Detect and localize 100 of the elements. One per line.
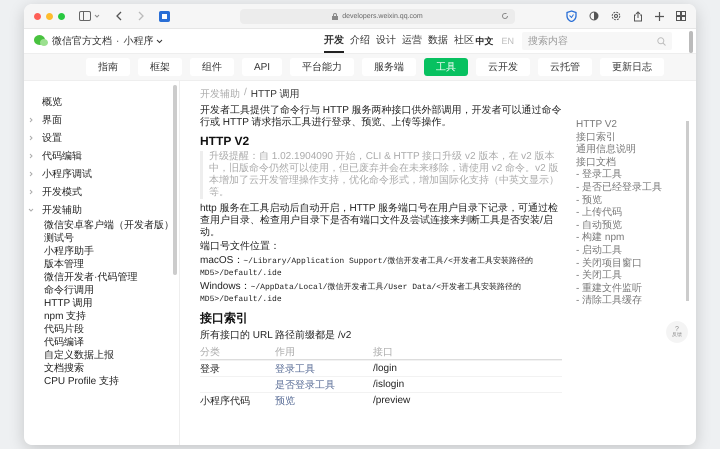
sidebar-subitem[interactable]: npm 支持 bbox=[28, 310, 86, 323]
sidebar-subitem[interactable]: CPU Profile 支持 bbox=[28, 375, 120, 388]
action-link[interactable]: 预览 bbox=[275, 396, 295, 406]
sidebar-subitem[interactable]: 自定义数据上报 bbox=[28, 349, 114, 362]
category-button[interactable]: 服务端 bbox=[362, 58, 416, 76]
close-window-icon[interactable] bbox=[34, 12, 41, 20]
section-heading: HTTP V2 bbox=[200, 134, 250, 148]
search-field[interactable]: 搜索内容 bbox=[522, 32, 672, 50]
sidebar-item[interactable]: 概览 bbox=[28, 93, 179, 111]
separator-dot: · bbox=[116, 36, 120, 46]
contrast-icon[interactable] bbox=[589, 11, 599, 21]
sidebar-item[interactable]: 界面 bbox=[28, 111, 179, 129]
sidebar-subitem[interactable]: 代码片段 bbox=[28, 323, 84, 336]
sidebar-subitem[interactable]: 微信开发者·代码管理 bbox=[28, 271, 138, 284]
search-icon[interactable] bbox=[657, 36, 666, 46]
toc-link[interactable]: - 是否已经登录工具 bbox=[576, 182, 662, 195]
action-link[interactable]: 是否登录工具 bbox=[275, 380, 335, 390]
category-button[interactable]: 组件 bbox=[190, 58, 234, 76]
sidebar-toggle-icon[interactable] bbox=[79, 11, 101, 21]
category-button[interactable]: API bbox=[242, 58, 282, 76]
sidebar-item[interactable]: 开发辅助 bbox=[28, 201, 179, 219]
caret-icon bbox=[156, 38, 164, 44]
language-option[interactable]: 中文 bbox=[475, 34, 494, 48]
chevron-right-icon bbox=[28, 189, 34, 195]
extension-icon[interactable] bbox=[159, 10, 170, 22]
shield-icon[interactable] bbox=[566, 10, 577, 22]
scrollbar-thumb[interactable] bbox=[689, 31, 693, 53]
zoom-window-icon[interactable] bbox=[58, 12, 65, 20]
toc-link[interactable]: - 清除工具缓存 bbox=[576, 295, 642, 308]
chevron-right-icon bbox=[28, 117, 34, 123]
category-button[interactable]: 云托管 bbox=[538, 58, 592, 76]
back-icon[interactable] bbox=[115, 11, 123, 21]
table-cell: /islogin bbox=[373, 379, 404, 390]
notice-quote: 升级提醒：自 1.02.1904090 开始，CLI & HTTP 接口升级 v2 版本，在 v2 版本中，旧版命令仍然可以使用，但已废弃并会在未来移除，请使用 v2 命令。v2 版本增加了云开发管理操作支持，优化命令形式，增加国际化支持（中英文显示）等。 bbox=[200, 151, 562, 199]
toc-link[interactable]: 通用信息说明 bbox=[576, 144, 636, 157]
category-button[interactable]: 平台能力 bbox=[290, 58, 354, 76]
forward-icon[interactable] bbox=[137, 11, 145, 21]
sidebar-item[interactable]: 代码编辑 bbox=[28, 147, 179, 165]
sidebar-subitem[interactable]: 版本管理 bbox=[28, 258, 84, 271]
column-header: 作用 bbox=[275, 346, 296, 358]
toc-link[interactable]: - 预览 bbox=[576, 194, 602, 208]
file-path-line: macOS：~/Library/Application Support/微信开发者工具/<开发者工具安装路径的MD5>/Default/.ide bbox=[200, 255, 534, 279]
column-header: 分类 bbox=[200, 346, 221, 358]
column-header: 接口 bbox=[373, 346, 394, 358]
minimize-window-icon[interactable] bbox=[46, 12, 53, 20]
share-icon[interactable] bbox=[633, 10, 643, 22]
scrollbar-thumb[interactable] bbox=[173, 85, 177, 275]
toc-link[interactable]: - 关闭工具 bbox=[576, 270, 622, 283]
sidebar-item[interactable]: 开发模式 bbox=[28, 183, 179, 201]
category-button[interactable]: 框架 bbox=[138, 58, 182, 76]
chevron-right-icon bbox=[28, 153, 34, 159]
toc-link[interactable]: 接口文档 bbox=[576, 156, 616, 170]
sidebar-subitem[interactable]: 测试号 bbox=[28, 232, 74, 245]
chevron-down-icon bbox=[28, 207, 34, 213]
sidebar-subitem[interactable]: 文档搜索 bbox=[28, 362, 84, 375]
nav-tab[interactable]: 社区 bbox=[454, 29, 474, 53]
toc-link[interactable]: 接口索引 bbox=[576, 132, 616, 144]
settings-icon[interactable] bbox=[611, 11, 621, 21]
port-file-label: 端口号文件位置： bbox=[200, 241, 281, 253]
reload-icon[interactable] bbox=[501, 12, 509, 20]
toc-link[interactable]: - 登录工具 bbox=[576, 169, 622, 182]
site-title[interactable]: 微信官方文档 bbox=[52, 34, 112, 48]
scrollbar-thumb[interactable] bbox=[686, 121, 689, 301]
toc-link[interactable]: - 启动工具 bbox=[576, 244, 622, 258]
category-button[interactable]: 云开发 bbox=[476, 58, 530, 76]
nav-tab[interactable]: 介绍 bbox=[350, 29, 370, 53]
tabs-grid-icon[interactable] bbox=[676, 11, 686, 21]
sidebar-subitem[interactable]: 小程序助手 bbox=[28, 245, 94, 258]
chevron-right-icon bbox=[28, 171, 34, 177]
toc-link[interactable]: HTTP V2 bbox=[576, 119, 617, 132]
logo-icon[interactable] bbox=[34, 35, 48, 47]
intro-paragraph: 开发者工具提供了命令行与 HTTP 服务两种接口供外部调用，开发者可以通过命令行或 HTTP 请求指示工具进行登录、预览、上传等操作。 bbox=[200, 105, 562, 129]
sidebar-subitem[interactable]: HTTP 调用 bbox=[28, 297, 93, 310]
breadcrumb-current: HTTP 调用 bbox=[250, 88, 300, 101]
product-dropdown[interactable]: 小程序 bbox=[123, 34, 164, 48]
sidebar-item[interactable]: 设置 bbox=[28, 129, 179, 147]
toc-link[interactable]: - 关闭项目窗口 bbox=[576, 258, 642, 270]
sidebar-subitem[interactable]: 代码编译 bbox=[28, 336, 84, 349]
toc-link[interactable]: - 构建 npm bbox=[576, 232, 624, 245]
toc-link[interactable]: - 重建文件监听 bbox=[576, 282, 642, 296]
sidebar-subitem[interactable]: 微信安卓客户端（开发者版） bbox=[28, 219, 174, 232]
file-path-line: Windows：~/AppData/Local/微信开发者工具/User Data/<开发者工具安装路径的MD5>/Default/.ide bbox=[200, 281, 522, 305]
chevron-right-icon bbox=[28, 135, 34, 141]
table-cell: 登录 bbox=[200, 364, 220, 374]
table-cell: /login bbox=[373, 363, 397, 374]
toc-link[interactable]: - 自动预览 bbox=[576, 220, 622, 232]
toc-link[interactable]: - 上传代码 bbox=[576, 207, 622, 220]
sidebar-subitem[interactable]: 命令行调用 bbox=[28, 284, 94, 297]
category-button[interactable]: 更新日志 bbox=[600, 58, 664, 76]
sidebar-item[interactable]: 小程序调试 bbox=[28, 165, 179, 183]
nav-tab[interactable]: 数据 bbox=[428, 29, 448, 53]
action-link[interactable]: 登录工具 bbox=[275, 364, 315, 374]
index-note: 所有接口的 URL 路径前缀都是 /v2 bbox=[200, 330, 352, 342]
breadcrumb-separator: / bbox=[244, 87, 247, 100]
nav-tab[interactable]: 设计 bbox=[376, 29, 396, 53]
section-heading: 接口索引 bbox=[200, 310, 249, 327]
plus-icon[interactable] bbox=[655, 12, 664, 20]
body-paragraph: http 服务在工具启动后自动开启，HTTP 服务端口号在用户目录下记录，可通过检查用户目录、检查用户目录下是否有端口文件及尝试连接来判断工具是否安装/启动。 bbox=[200, 203, 560, 239]
category-button[interactable]: 指南 bbox=[86, 58, 130, 76]
nav-tab[interactable]: 运营 bbox=[402, 29, 422, 53]
